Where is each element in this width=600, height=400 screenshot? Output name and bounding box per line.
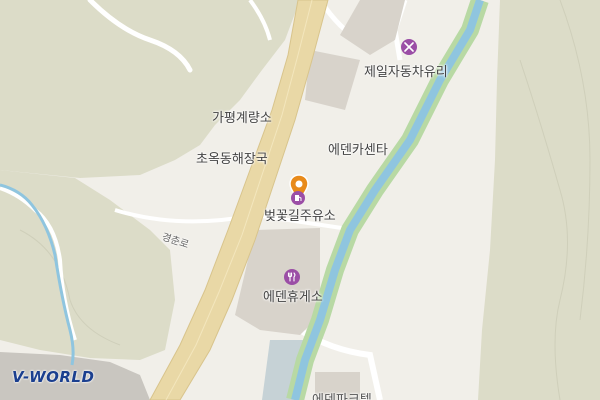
- gas-station-icon[interactable]: [291, 191, 305, 205]
- label-glass-shop: 제일자동차유리: [364, 65, 448, 80]
- fork-knife-icon[interactable]: [284, 269, 300, 285]
- label-hotel: 에덴파크텔: [312, 389, 372, 400]
- label-gas-station: 벚꽃길주유소: [264, 209, 336, 224]
- map-canvas[interactable]: 가평계량소 초옥동해장국 에덴카센타 제일자동차유리 벚꽃길주유소 에덴휴게소 …: [0, 0, 600, 400]
- label-restaurant: 초옥동해장국: [196, 152, 268, 167]
- vworld-logo: V-WORLD: [12, 368, 95, 386]
- label-weigh-station: 가평계량소: [212, 111, 272, 126]
- tools-icon[interactable]: [401, 39, 417, 55]
- label-rest-area: 에덴휴게소: [263, 290, 323, 305]
- label-car-center: 에덴카센타: [328, 143, 388, 158]
